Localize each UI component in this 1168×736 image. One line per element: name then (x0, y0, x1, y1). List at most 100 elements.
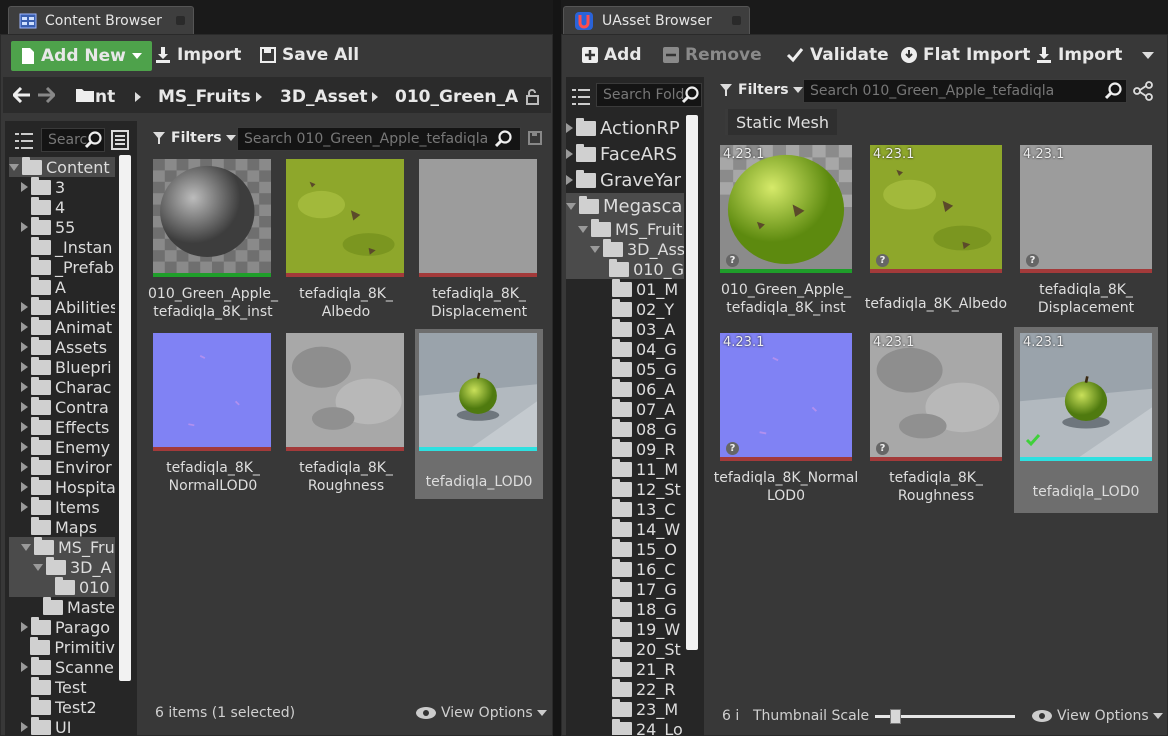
collapsed-arrow-icon[interactable] (21, 502, 28, 512)
collapsed-arrow-icon[interactable] (21, 422, 28, 432)
tab-uasset-browser[interactable]: UAsset Browser (563, 6, 750, 34)
add-button[interactable]: Add (582, 45, 642, 65)
tree-folder-item[interactable]: 13_C (566, 499, 684, 519)
tree-folder-item[interactable]: Items (9, 497, 115, 517)
tree-folder-item[interactable]: Test (9, 677, 115, 697)
asset-tile[interactable]: tefadiqla_8K_ Albedo (282, 155, 410, 325)
tree-folder-item[interactable]: 3D_Ass (566, 239, 684, 259)
tree-folder-item[interactable]: 03_A (566, 319, 684, 339)
search-icon[interactable] (85, 131, 103, 149)
expanded-arrow-icon[interactable] (590, 245, 600, 253)
expanded-arrow-icon[interactable] (9, 163, 19, 171)
tree-folder-item[interactable]: Maps (9, 517, 115, 537)
tree-folder-item[interactable]: _Prefab (9, 257, 115, 277)
tree-folder-item[interactable]: Scanne (9, 657, 115, 677)
tree-folder-item[interactable]: Abilities (9, 297, 115, 317)
breadcrumb-item[interactable]: nt (95, 87, 115, 107)
save-search-icon[interactable] (528, 131, 542, 145)
collapsed-arrow-icon[interactable] (566, 149, 573, 159)
breadcrumb-item-current[interactable]: 010_Green_App (395, 87, 519, 107)
tab-content-browser[interactable]: Content Browser (8, 6, 194, 34)
collapsed-arrow-icon[interactable] (21, 342, 28, 352)
collapsed-arrow-icon[interactable] (21, 722, 28, 732)
tree-folder-item[interactable]: Animat (9, 317, 115, 337)
tree-folder-item[interactable]: Test2 (9, 697, 115, 717)
breadcrumb-separator-icon[interactable] (372, 92, 378, 102)
tree-folder-item[interactable]: 06_A (566, 379, 684, 399)
breadcrumb-item-3d-asset[interactable]: 3D_Asset (280, 87, 368, 107)
filters-button[interactable]: Filters (720, 82, 803, 98)
tree-folder-item[interactable]: UI (9, 717, 115, 736)
expanded-arrow-icon[interactable] (578, 225, 588, 233)
tree-folder-item[interactable]: Effects (9, 417, 115, 437)
tree-folder-item[interactable]: 11_M (566, 459, 684, 479)
tree-folder-item[interactable]: 01_M (566, 279, 684, 299)
filters-button[interactable]: Filters (153, 130, 236, 146)
tree-folder-item[interactable]: Enviror (9, 457, 115, 477)
collapsed-arrow-icon[interactable] (21, 182, 28, 192)
tab-close-icon[interactable] (176, 16, 185, 25)
tree-folder-item[interactable]: Primitiv (9, 637, 115, 657)
tree-folder-item[interactable]: 16_C (566, 559, 684, 579)
tree-folder-item[interactable]: 07_A (566, 399, 684, 419)
asset-tile[interactable]: 4.23.1? tefadiqla_8K_ Displacement (1014, 139, 1158, 325)
tree-folder-item[interactable]: 21_R (566, 659, 684, 679)
folder-scrollbar[interactable] (686, 115, 698, 650)
collapsed-arrow-icon[interactable] (21, 402, 28, 412)
validate-button[interactable]: Validate (786, 45, 889, 65)
tree-folder-item[interactable]: 09_R (566, 439, 684, 459)
tree-folder-item[interactable]: A (9, 277, 115, 297)
tree-folder-item[interactable]: Charac (9, 377, 115, 397)
tree-folder-item[interactable]: Parago (9, 617, 115, 637)
add-new-button[interactable]: Add New (11, 41, 152, 71)
tree-folder-item[interactable]: 19_W (566, 619, 684, 639)
tree-folder-item[interactable]: 24_Lo (566, 719, 684, 735)
tree-folder-item[interactable]: MS_Fru (9, 537, 115, 557)
breadcrumb-item-ms-fruits[interactable]: MS_Fruits (158, 87, 251, 107)
tree-options-icon[interactable] (111, 130, 129, 150)
tree-folder-item[interactable]: Content (9, 157, 115, 177)
collapsed-arrow-icon[interactable] (21, 362, 28, 372)
search-icon[interactable] (495, 130, 513, 148)
tree-folder-item[interactable]: 08_G (566, 419, 684, 439)
collapsed-arrow-icon[interactable] (21, 442, 28, 452)
tree-folder-item[interactable]: _Instan (9, 237, 115, 257)
collapsed-arrow-icon[interactable] (566, 123, 573, 133)
tree-folder-item[interactable]: 010_G (566, 259, 684, 279)
asset-tile[interactable]: 4.23.1? tefadiqla_8K_Albedo (864, 139, 1008, 325)
flat-import-button[interactable]: Flat Import (901, 45, 1030, 65)
import-button[interactable]: Import (1036, 45, 1122, 65)
tree-folder-item[interactable]: Contra (9, 397, 115, 417)
view-options-button[interactable]: View Options (1031, 708, 1163, 724)
save-all-button[interactable]: Save All (260, 45, 359, 65)
remove-button[interactable]: Remove (663, 45, 762, 65)
asset-tile[interactable]: 010_Green_Apple_ tefadiqla_8K_inst (148, 155, 278, 325)
tree-folder-item[interactable]: 22_R (566, 679, 684, 699)
view-options-button[interactable]: View Options (415, 705, 547, 721)
tree-folder-item[interactable]: 3 (9, 177, 115, 197)
asset-search-input[interactable]: Search 010_Green_Apple_tefadiqla (803, 79, 1127, 103)
tree-folder-item[interactable]: MS_Fruit (566, 219, 684, 239)
tree-folder-item[interactable]: 18_G (566, 599, 684, 619)
expanded-arrow-icon[interactable] (21, 543, 31, 551)
asset-tile[interactable]: tefadiqla_8K_ Displacement (415, 155, 543, 325)
search-icon[interactable] (1105, 82, 1123, 100)
tree-folder-item[interactable]: 14_W (566, 519, 684, 539)
search-icon[interactable] (682, 86, 700, 104)
asset-tile[interactable]: tefadiqla_LOD0 (415, 329, 543, 499)
tree-folder-item[interactable]: ActionRP (566, 115, 684, 141)
node-graph-icon[interactable] (1133, 81, 1155, 101)
asset-search-input[interactable]: Search 010_Green_Apple_tefadiqla (237, 127, 521, 151)
tab-close-icon[interactable] (732, 16, 741, 25)
collapsed-arrow-icon[interactable] (21, 302, 28, 312)
expanded-arrow-icon[interactable] (566, 202, 576, 210)
tree-folder-item[interactable]: Bluepri (9, 357, 115, 377)
tree-folder-item[interactable]: 010 (9, 577, 115, 597)
tree-folder-item[interactable]: FaceARS (566, 141, 684, 167)
asset-tile[interactable]: 4.23.1? 010_Green_Apple_ tefadiqla_8K_inst (714, 139, 858, 325)
sources-toggle-icon[interactable] (570, 87, 592, 107)
lock-icon[interactable] (525, 89, 541, 105)
tree-folder-item[interactable]: Assets (9, 337, 115, 357)
sources-toggle-icon[interactable] (13, 131, 35, 151)
tree-folder-item[interactable]: 02_Y (566, 299, 684, 319)
